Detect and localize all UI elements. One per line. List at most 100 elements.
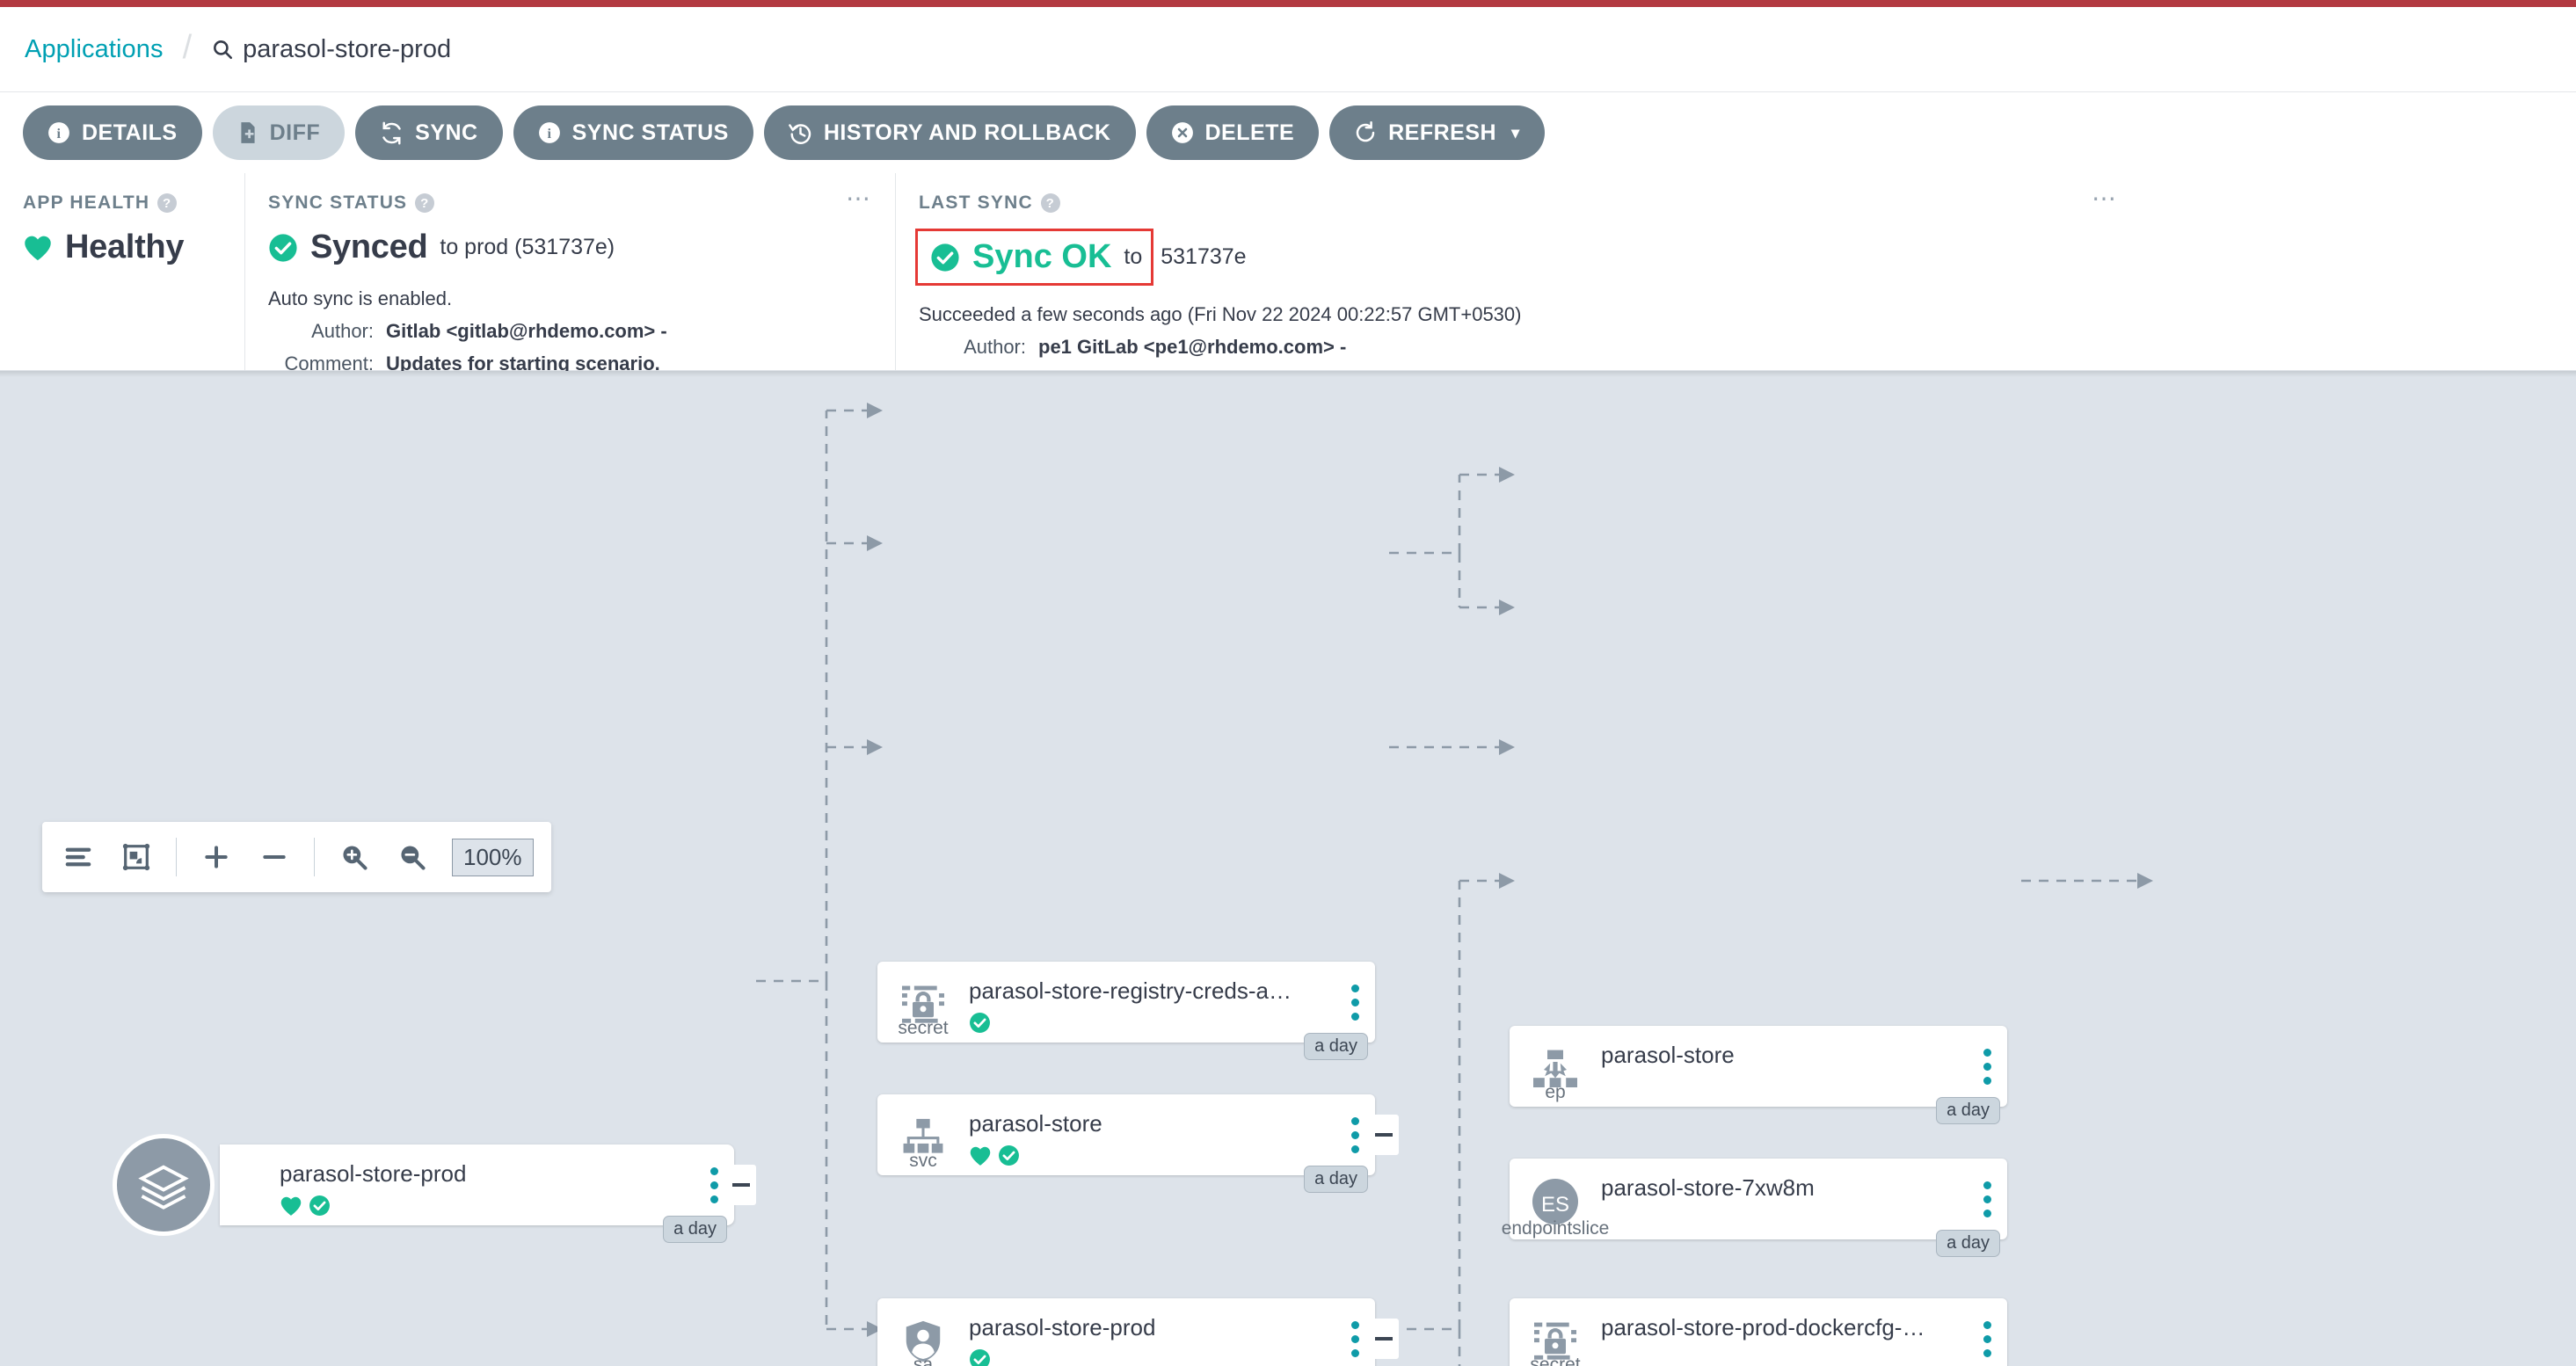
graph-node-svc-parasol-store[interactable]: svc parasol-store a day bbox=[877, 1094, 1375, 1193]
plus-icon[interactable] bbox=[198, 839, 235, 876]
last-sync-title: LAST SYNC ? bbox=[919, 193, 2553, 214]
graph-zoom-toolbar[interactable]: 100% bbox=[42, 822, 551, 892]
secret-icon: secret bbox=[877, 962, 969, 1043]
serviceaccount-icon: sa bbox=[877, 1298, 969, 1366]
node-badges bbox=[969, 1348, 1335, 1366]
help-icon[interactable]: ? bbox=[1040, 193, 1060, 213]
last-sync-author-row: Author: pe1 GitLab <pe1@rhdemo.com> - bbox=[919, 336, 2553, 359]
resource-tree-graph[interactable]: 100% parasol-store-prod a day secret par… bbox=[0, 371, 2576, 1366]
endpoints-icon: ep bbox=[1510, 1026, 1601, 1107]
node-badges bbox=[969, 1012, 1335, 1038]
history-button-label: HISTORY AND ROLLBACK bbox=[823, 120, 1111, 145]
node-body: parasol-store-7xw8m bbox=[1601, 1159, 1967, 1239]
sync-status-button-label: SYNC STATUS bbox=[571, 120, 729, 145]
top-accent-bar bbox=[0, 0, 2576, 7]
service-icon: svc bbox=[877, 1094, 969, 1175]
sync-status-target: to prod (531737e) bbox=[440, 235, 615, 259]
sync-status-button[interactable]: i SYNC STATUS bbox=[513, 105, 753, 160]
node-tag-age: a day bbox=[1304, 1166, 1368, 1193]
sync-button[interactable]: SYNC bbox=[355, 105, 503, 160]
node-name: parasol-store-7xw8m bbox=[1601, 1174, 1815, 1201]
node-tag-age: a day bbox=[663, 1216, 727, 1243]
last-sync-more-icon[interactable]: ⋯ bbox=[2092, 186, 2118, 211]
heart-icon bbox=[969, 1145, 992, 1171]
node-kind-label: ep bbox=[1545, 1082, 1566, 1102]
graph-node-sa-parasol-store-prod[interactable]: sa parasol-store-prod a day bbox=[877, 1298, 1375, 1366]
zoom-out-icon[interactable] bbox=[394, 839, 431, 876]
toolbar-divider bbox=[176, 838, 177, 876]
breadcrumb-app-name: parasol-store-prod bbox=[243, 34, 452, 63]
node-kind-label: secret bbox=[898, 1018, 949, 1038]
list-view-icon[interactable] bbox=[60, 839, 97, 876]
graph-node-ep-parasol-store[interactable]: ep parasol-store a day bbox=[1510, 1026, 2007, 1124]
check-circle-icon bbox=[998, 1144, 1020, 1171]
node-body: parasol-store-registry-creds-a… bbox=[969, 962, 1335, 1043]
help-icon[interactable]: ? bbox=[157, 193, 178, 213]
graph-node-endpointslice[interactable]: ES endpointslice parasol-store-7xw8m a d… bbox=[1502, 1159, 2007, 1257]
svg-text:i: i bbox=[56, 126, 61, 142]
app-health-panel: APP HEALTH ? Healthy bbox=[0, 173, 244, 370]
last-sync-value: Sync OK bbox=[972, 238, 1112, 275]
status-strip: APP HEALTH ? Healthy ⋯ SYNC STATUS ? Syn… bbox=[0, 173, 2576, 390]
file-diff-icon bbox=[237, 121, 258, 144]
minus-icon[interactable] bbox=[256, 839, 293, 876]
app-health-value: Healthy bbox=[65, 229, 185, 265]
help-icon[interactable]: ? bbox=[415, 193, 435, 213]
refresh-button-label: REFRESH bbox=[1388, 120, 1497, 145]
svg-text:i: i bbox=[547, 126, 551, 142]
history-and-rollback-button[interactable]: HISTORY AND ROLLBACK bbox=[763, 105, 1136, 160]
action-toolbar: i DETAILS DIFF SYNC i SYNC STATUS HISTOR… bbox=[0, 92, 2576, 173]
sync-author-value: Gitlab <gitlab@rhdemo.com> - bbox=[386, 320, 667, 342]
node-tags: a day bbox=[1936, 1230, 2000, 1257]
node-body: parasol-store-prod bbox=[969, 1298, 1335, 1366]
fit-to-screen-icon[interactable] bbox=[118, 839, 155, 876]
breadcrumb-separator: / bbox=[182, 28, 193, 66]
diff-button[interactable]: DIFF bbox=[212, 105, 346, 160]
node-tag-age: a day bbox=[1936, 1097, 2000, 1124]
info-icon: i bbox=[47, 121, 70, 144]
node-menu-icon[interactable] bbox=[1967, 1298, 2007, 1366]
node-menu-icon[interactable] bbox=[1967, 1026, 2007, 1107]
secret-icon: secret bbox=[1510, 1298, 1601, 1366]
refresh-button[interactable]: REFRESH ▾ bbox=[1329, 105, 1545, 160]
graph-node-secret-dockercfg[interactable]: secret parasol-store-prod-dockercfg-… a … bbox=[1510, 1298, 2007, 1366]
collapse-toggle-svc[interactable] bbox=[1369, 1115, 1399, 1155]
graph-node-app-root[interactable]: parasol-store-prod a day bbox=[113, 1134, 734, 1243]
sync-status-more-icon[interactable]: ⋯ bbox=[846, 186, 872, 211]
node-body: parasol-store bbox=[1601, 1026, 1967, 1107]
diff-button-label: DIFF bbox=[269, 120, 321, 145]
svg-text:ES: ES bbox=[1541, 1193, 1569, 1217]
node-name: parasol-store-registry-creds-a… bbox=[969, 977, 1292, 1004]
node-body: parasol-store-prod bbox=[220, 1144, 694, 1225]
heart-icon bbox=[280, 1195, 302, 1221]
node-tags: a day bbox=[1304, 1166, 1368, 1193]
sync-status-title-label: SYNC STATUS bbox=[268, 193, 408, 213]
delete-button[interactable]: DELETE bbox=[1146, 105, 1320, 160]
zoom-level-input[interactable]: 100% bbox=[452, 838, 534, 876]
chevron-down-icon: ▾ bbox=[1511, 123, 1520, 142]
zoom-in-icon[interactable] bbox=[336, 839, 373, 876]
check-circle-icon bbox=[969, 1348, 991, 1366]
node-menu-icon[interactable] bbox=[1335, 962, 1375, 1043]
node-menu-icon[interactable] bbox=[1967, 1159, 2007, 1239]
check-circle-icon bbox=[930, 243, 960, 272]
last-sync-panel: ⋯ LAST SYNC ? Sync OK to 531737e Succeed… bbox=[895, 173, 2576, 390]
check-circle-icon bbox=[969, 1012, 991, 1038]
breadcrumb-applications-link[interactable]: Applications bbox=[25, 35, 164, 64]
sync-author-row: Author: Gitlab <gitlab@rhdemo.com> - bbox=[268, 320, 872, 343]
collapse-toggle-sa[interactable] bbox=[1369, 1319, 1399, 1359]
delete-button-label: DELETE bbox=[1204, 120, 1295, 145]
layers-icon bbox=[113, 1134, 215, 1236]
graph-node-secret-registry-creds[interactable]: secret parasol-store-registry-creds-a… a… bbox=[877, 962, 1375, 1060]
last-sync-title-label: LAST SYNC bbox=[919, 193, 1033, 213]
delete-icon bbox=[1171, 121, 1194, 144]
node-tags: a day bbox=[1304, 1033, 1368, 1060]
toolbar-divider bbox=[314, 838, 315, 876]
node-name: parasol-store-prod bbox=[280, 1160, 467, 1187]
last-sync-to-word: to bbox=[1124, 244, 1143, 269]
history-icon bbox=[788, 121, 812, 145]
breadcrumb-current: parasol-store-prod bbox=[211, 35, 451, 64]
details-button[interactable]: i DETAILS bbox=[23, 105, 202, 160]
sync-ok-highlight-box: Sync OK to bbox=[915, 229, 1154, 286]
collapse-toggle-app-root[interactable] bbox=[726, 1165, 756, 1205]
